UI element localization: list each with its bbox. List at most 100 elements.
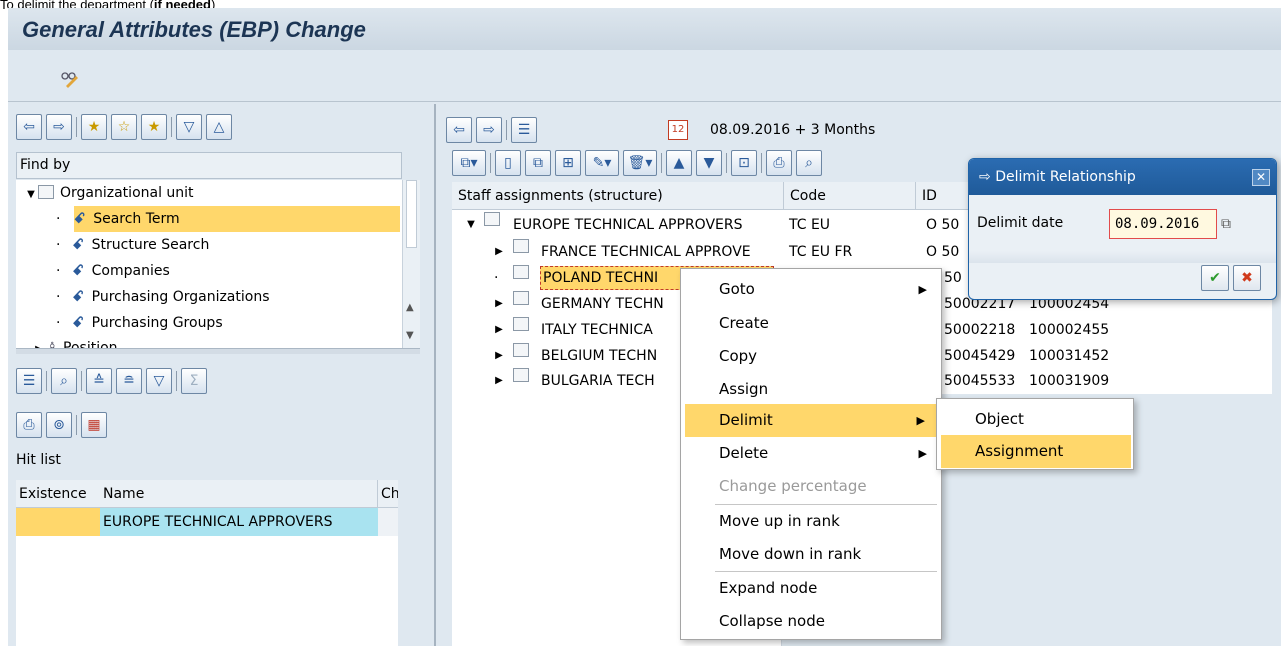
col-existence[interactable]: Existence: [16, 480, 100, 507]
expand-triangle-icon[interactable]: ▶: [492, 368, 506, 394]
expand-triangle-icon[interactable]: ▼: [24, 182, 38, 208]
expand-up-icon[interactable]: △: [206, 114, 232, 140]
key-date: 08.09.2016 + 3 Months: [710, 122, 876, 138]
sort-ascending-icon[interactable]: ≙: [86, 368, 112, 394]
menu-item-assign[interactable]: Assign: [681, 373, 941, 406]
close-icon[interactable]: ✕: [1252, 169, 1270, 186]
back-arrow-icon[interactable]: ⇦: [446, 117, 472, 143]
filter-icon[interactable]: ▽: [146, 368, 172, 394]
menu-item-delimit[interactable]: Delimit ▶: [685, 404, 939, 437]
menu-item-change-percentage[interactable]: Change percentage: [681, 470, 941, 503]
find-icon[interactable]: ⌕: [796, 150, 822, 176]
copy-icon[interactable]: ⧉: [525, 150, 551, 176]
change-dropdown-icon[interactable]: ✎▾: [585, 150, 619, 176]
separator: [176, 371, 177, 391]
binoculars-icon: ꗃ: [72, 315, 84, 331]
sort-descending-icon[interactable]: ≘: [116, 368, 142, 394]
display-change-icon[interactable]: [60, 70, 80, 92]
favorites-list-icon[interactable]: ★: [141, 114, 167, 140]
tree-node-organizational-unit[interactable]: ▼ Organizational unit: [16, 180, 402, 206]
delimit-submenu: Object Assignment: [936, 398, 1134, 470]
hit-list-title: Hit list: [16, 452, 61, 468]
print-icon[interactable]: ⎙: [16, 412, 42, 438]
back-arrow-icon[interactable]: ⇦: [16, 114, 42, 140]
calendar-icon[interactable]: 12: [668, 120, 688, 140]
calendar-icon[interactable]: ▦: [81, 412, 107, 438]
existence-cell: [16, 508, 100, 536]
scrollbar-thumb[interactable]: [406, 180, 417, 248]
print-icon[interactable]: ⎙: [766, 150, 792, 176]
forward-arrow-icon[interactable]: ⇨: [476, 117, 502, 143]
confirm-checkmark-icon[interactable]: ✔: [1201, 265, 1229, 291]
menu-item-move-down[interactable]: Move down in rank: [681, 538, 941, 571]
dialog-title-bar[interactable]: ⇨ Delimit Relationship: [969, 159, 1276, 195]
scroll-up-icon[interactable]: ▲: [406, 302, 414, 313]
add-favorite-icon[interactable]: ★: [81, 114, 107, 140]
tree-node-purchasing-organizations[interactable]: · ꗃ Purchasing Organizations: [16, 284, 402, 310]
overview-icon[interactable]: ☰: [511, 117, 537, 143]
menu-item-expand-node[interactable]: Expand node: [681, 572, 941, 605]
tree-scrollbar[interactable]: ▲ ▼: [402, 180, 420, 348]
tree-node-purchasing-groups[interactable]: · ꗃ Purchasing Groups: [16, 310, 402, 336]
calendar-help-icon[interactable]: ⧉: [1221, 216, 1231, 232]
code-cell: TC EU: [789, 217, 831, 233]
move-down-icon[interactable]: ▼: [696, 150, 722, 176]
menu-item-assignment[interactable]: Assignment: [941, 435, 1131, 468]
menu-item-move-up[interactable]: Move up in rank: [681, 505, 941, 538]
dialog-title: Delimit Relationship: [995, 169, 1136, 185]
menu-item-goto[interactable]: Goto ▶: [681, 273, 941, 306]
col-chi[interactable]: Chi...: [378, 480, 398, 507]
expand-triangle-icon[interactable]: ▶: [32, 338, 46, 348]
tree-node-search-term[interactable]: · ꗃ Search Term: [16, 206, 402, 232]
collapse-down-icon[interactable]: ▽: [176, 114, 202, 140]
person-icon: ♙: [46, 340, 59, 348]
new-page-icon[interactable]: ▯: [495, 150, 521, 176]
chi-cell: [378, 508, 398, 536]
node-label: FRANCE TECHNICAL APPROVE: [541, 244, 751, 260]
menu-item-create[interactable]: Create: [681, 307, 941, 340]
submenu-arrow-icon: ▶: [918, 447, 927, 460]
sum-icon[interactable]: Σ: [181, 368, 207, 394]
tree-node-structure-search[interactable]: · ꗃ Structure Search: [16, 232, 402, 258]
expand-triangle-icon[interactable]: ▶: [492, 317, 506, 343]
structure-icon[interactable]: ⊡: [731, 150, 757, 176]
col-staff-assignments[interactable]: Staff assignments (structure): [452, 182, 784, 209]
col-name[interactable]: Name: [100, 480, 378, 507]
id2-cell: 100002455: [1029, 322, 1110, 338]
expand-triangle-icon[interactable]: ▶: [492, 343, 506, 369]
splitter[interactable]: [16, 348, 420, 354]
tree-node-companies[interactable]: · ꗃ Companies: [16, 258, 402, 284]
id-cell: O 50: [926, 217, 960, 233]
dialog-divider: [969, 251, 1276, 263]
delete-dropdown-icon[interactable]: 🗑▾: [623, 150, 657, 176]
favorite-icon[interactable]: ☆: [111, 114, 137, 140]
expand-triangle-icon[interactable]: ▶: [492, 291, 506, 317]
delimit-date-label: Delimit date: [977, 215, 1064, 231]
find-icon[interactable]: ⌕: [51, 368, 77, 394]
bullet: ·: [56, 211, 61, 227]
table-row[interactable]: EUROPE TECHNICAL APPROVERS: [16, 508, 398, 536]
expand-triangle-icon[interactable]: ▶: [492, 239, 506, 265]
bullet: ·: [56, 289, 61, 305]
menu-item-copy[interactable]: Copy: [681, 340, 941, 373]
expand-triangle-icon[interactable]: ▼: [464, 212, 478, 238]
forward-arrow-icon[interactable]: ⇨: [46, 114, 72, 140]
copy-dropdown-icon[interactable]: ⧉▾: [452, 150, 486, 176]
tree-node-position[interactable]: ▶♙ Position: [16, 336, 402, 348]
assign-icon[interactable]: ⊞: [555, 150, 581, 176]
menu-item-object[interactable]: Object: [937, 403, 1133, 436]
export-icon[interactable]: ⊚: [46, 412, 72, 438]
move-up-icon[interactable]: ▲: [666, 150, 692, 176]
menu-item-collapse-node[interactable]: Collapse node: [681, 605, 941, 638]
scroll-down-icon[interactable]: ▼: [406, 330, 414, 341]
node-checkbox: [513, 239, 529, 253]
id-cell: 50002218: [944, 322, 1016, 338]
tree-node-label: Purchasing Groups: [91, 315, 223, 331]
binoculars-icon: ꗃ: [72, 263, 84, 279]
cancel-x-icon[interactable]: ✖: [1233, 265, 1261, 291]
separator: [661, 153, 662, 173]
col-code[interactable]: Code: [784, 182, 916, 209]
delimit-date-field[interactable]: 08.09.2016: [1109, 209, 1217, 239]
details-icon[interactable]: ☰: [16, 368, 42, 394]
menu-item-delete[interactable]: Delete ▶: [681, 437, 941, 470]
